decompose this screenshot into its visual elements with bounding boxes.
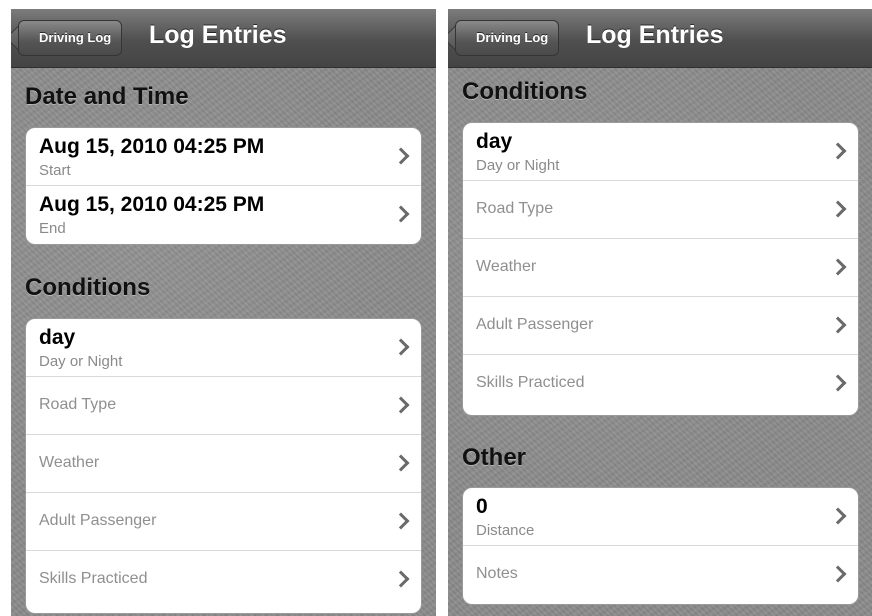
distance-value: 0 [476, 495, 488, 518]
skills-practiced-row[interactable]: Skills Practiced [463, 355, 858, 413]
adult-passenger-row[interactable]: Adult Passenger [26, 493, 421, 551]
weather-row[interactable]: Weather [26, 435, 421, 493]
notes-row[interactable]: Notes [463, 546, 858, 604]
chevron-right-icon [829, 142, 847, 160]
start-label: Start [39, 162, 71, 179]
chevron-right-icon [392, 454, 410, 472]
chevron-right-icon [829, 565, 847, 583]
back-button-label: Driving Log [476, 30, 549, 45]
chevron-right-icon [392, 570, 410, 588]
chevron-right-icon [829, 507, 847, 525]
road-type-row[interactable]: Road Type [26, 377, 421, 435]
adult-passenger-label: Adult Passenger [39, 512, 157, 529]
back-button[interactable]: Driving Log [455, 20, 560, 56]
end-value: Aug 15, 2010 04:25 PM [39, 193, 265, 216]
conditions-group: day Day or Night Road Type Weather Adult… [462, 122, 859, 416]
page-title: Log Entries [586, 21, 724, 49]
start-row[interactable]: Aug 15, 2010 04:25 PM Start [26, 128, 421, 186]
chevron-right-icon [392, 147, 410, 165]
navigation-bar: Driving Log Log Entries [448, 9, 872, 68]
distance-row[interactable]: 0 Distance [463, 488, 858, 546]
adult-passenger-label: Adult Passenger [476, 316, 594, 333]
skills-practiced-label: Skills Practiced [39, 570, 148, 587]
conditions-group: day Day or Night Road Type Weather Adult… [25, 318, 422, 614]
weather-label: Weather [476, 258, 537, 275]
section-header-conditions: Conditions [462, 78, 588, 105]
end-label: End [39, 220, 66, 237]
chevron-right-icon [829, 316, 847, 334]
road-type-label: Road Type [476, 200, 554, 217]
navigation-bar: Driving Log Log Entries [11, 9, 436, 68]
day-night-label: Day or Night [39, 353, 123, 370]
end-row[interactable]: Aug 15, 2010 04:25 PM End [26, 186, 421, 244]
skills-practiced-row[interactable]: Skills Practiced [26, 551, 421, 609]
day-night-value: day [39, 326, 76, 349]
chevron-right-icon [829, 258, 847, 276]
section-header-date-time: Date and Time [25, 83, 189, 110]
chevron-right-icon [392, 396, 410, 414]
skills-practiced-label: Skills Practiced [476, 374, 585, 391]
section-header-conditions: Conditions [25, 274, 151, 301]
chevron-right-icon [392, 205, 410, 223]
road-type-label: Road Type [39, 396, 117, 413]
distance-label: Distance [476, 522, 535, 539]
chevron-right-icon [829, 374, 847, 392]
weather-row[interactable]: Weather [463, 239, 858, 297]
date-time-group: Aug 15, 2010 04:25 PM Start Aug 15, 2010… [25, 127, 422, 245]
day-night-label: Day or Night [476, 157, 560, 174]
section-header-other: Other [462, 444, 527, 471]
day-night-row[interactable]: day Day or Night [463, 123, 858, 181]
chevron-right-icon [392, 338, 410, 356]
notes-label: Notes [476, 565, 518, 582]
start-value: Aug 15, 2010 04:25 PM [39, 135, 265, 158]
other-group: 0 Distance Notes [462, 487, 859, 605]
back-button[interactable]: Driving Log [18, 20, 123, 56]
day-night-row[interactable]: day Day or Night [26, 319, 421, 377]
road-type-row[interactable]: Road Type [463, 181, 858, 239]
left-screen: Driving Log Log Entries Date and Time Au… [11, 9, 436, 616]
back-button-label: Driving Log [39, 30, 112, 45]
page-title: Log Entries [149, 21, 287, 49]
day-night-value: day [476, 130, 513, 153]
weather-label: Weather [39, 454, 100, 471]
right-screen: Driving Log Log Entries Conditions day D… [448, 9, 872, 616]
chevron-right-icon [392, 512, 410, 530]
chevron-right-icon [829, 200, 847, 218]
adult-passenger-row[interactable]: Adult Passenger [463, 297, 858, 355]
